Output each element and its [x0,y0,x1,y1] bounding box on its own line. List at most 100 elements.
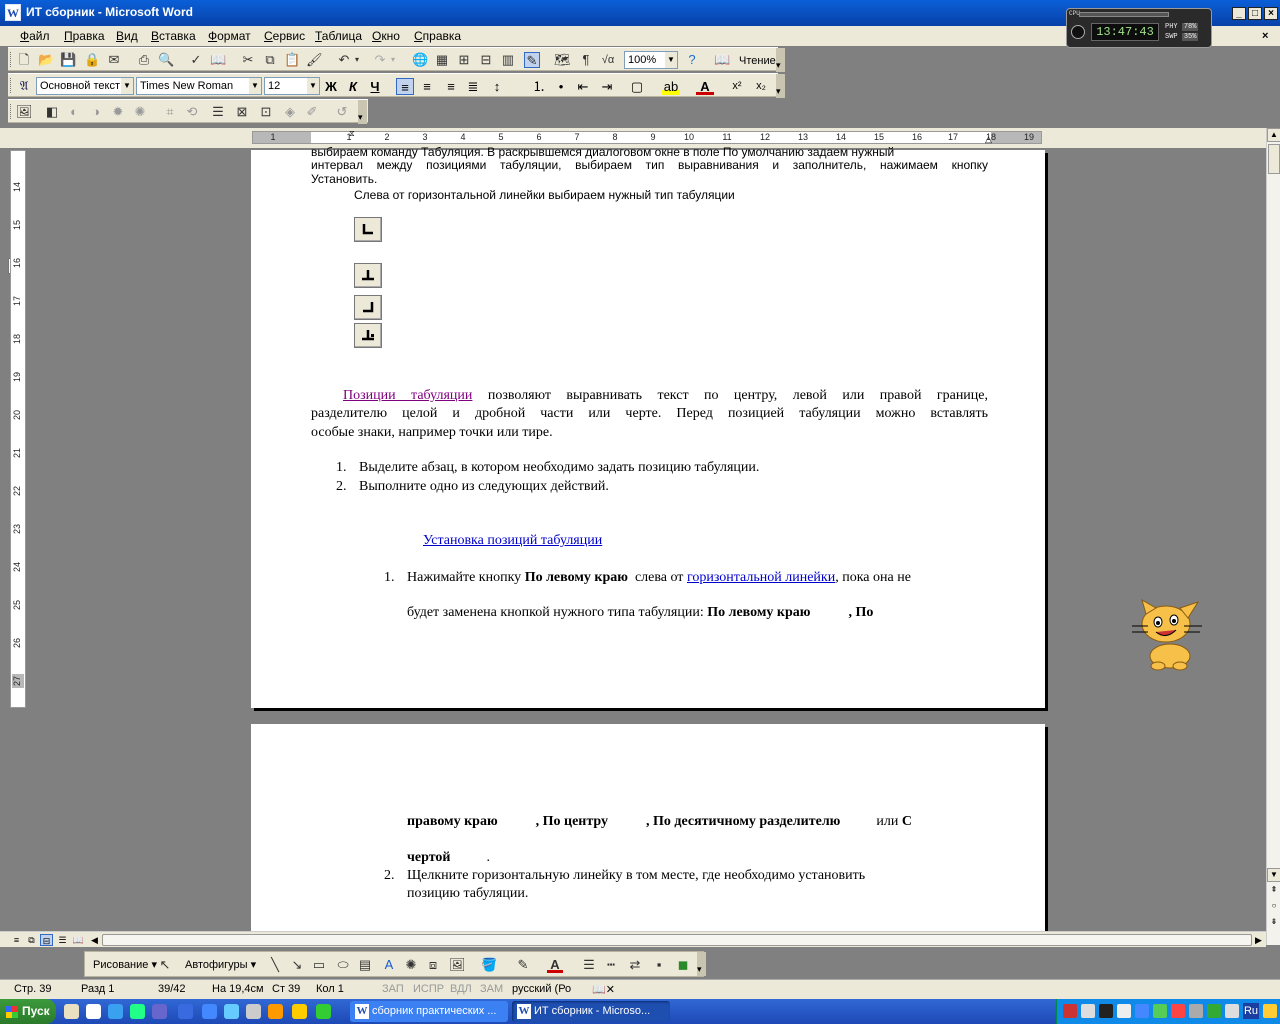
outline-view-icon[interactable]: ☰ [56,934,69,946]
columns-icon[interactable]: ▥ [500,52,516,68]
open-folder-icon[interactable]: 📂 [38,52,54,68]
quicklaunch-icon[interactable] [108,1004,123,1019]
line-style-draw-icon[interactable]: ☰ [581,957,597,973]
reading-icon[interactable]: 📖 [714,52,730,68]
next-page-icon[interactable]: ⇟ [1267,916,1280,930]
line-spacing-icon[interactable]: ↕ [488,78,506,95]
quicklaunch-icon[interactable] [268,1004,283,1019]
picture-icon[interactable]: 🖼 [449,957,466,973]
highlight-icon[interactable]: ab [662,78,680,95]
textbox-icon[interactable]: ▤ [357,957,373,973]
status-ovr[interactable]: ЗАМ [480,983,503,995]
help-icon[interactable]: ? [684,52,700,68]
tray-icon[interactable] [1063,1004,1077,1018]
bold-button[interactable]: Ж [322,78,340,95]
menu-help[interactable]: Справка [414,29,461,43]
tray-icon[interactable] [1207,1004,1221,1018]
set-transparent-icon[interactable]: ✐ [304,104,320,120]
minimize-button[interactable]: _ [1232,7,1246,20]
save-icon[interactable]: 💾 [60,52,76,68]
format-picture-icon[interactable]: ◈ [282,104,298,120]
color-icon[interactable]: ◧ [44,104,60,120]
borders-icon[interactable]: ▢ [628,78,646,95]
normal-view-icon[interactable]: ≡ [10,934,23,946]
reset-picture-icon[interactable]: ↺ [334,104,350,120]
reading-view-icon[interactable]: 📖 [72,934,85,946]
tray-icon[interactable] [1189,1004,1203,1018]
tray-icon[interactable] [1135,1004,1149,1018]
less-contrast-icon[interactable]: ◑ [88,104,104,120]
quicklaunch-icon[interactable] [316,1004,331,1019]
tables-borders-icon[interactable]: ▦ [434,52,450,68]
line-icon[interactable]: ╲ [267,957,283,973]
select-objects-icon[interactable]: ↖ [157,957,173,973]
new-document-icon[interactable]: 🗋 [16,52,32,68]
quicklaunch-icon[interactable] [246,1004,261,1019]
quicklaunch-icon[interactable] [64,1004,79,1019]
ruler-link[interactable]: горизонтальной линейки [687,570,835,585]
align-right-icon[interactable]: ≡ [442,78,460,95]
styles-icon[interactable]: 𝔄 [16,78,32,94]
paste-icon[interactable]: 📋 [284,52,300,68]
more-contrast-icon[interactable]: ◐ [66,104,82,120]
rectangle-icon[interactable]: ▭ [311,957,327,973]
prev-page-icon[interactable]: ⇞ [1267,884,1280,898]
menu-edit[interactable]: Правка [64,29,105,43]
status-language[interactable]: русский (Ро [512,983,571,995]
line-style-icon[interactable]: ☰ [210,104,226,120]
zoom-select[interactable]: 100% ▼ [624,51,678,69]
subscript-icon[interactable]: x₂ [752,78,770,95]
drawing-menu[interactable]: Рисование ▾ [93,958,157,971]
oval-icon[interactable]: ⬭ [335,957,351,973]
wordart-icon[interactable]: A [381,957,397,973]
tray-icon[interactable] [1117,1004,1131,1018]
rotate-icon[interactable]: ⟲ [184,104,200,120]
font-size-select[interactable]: 12 ▼ [264,77,320,95]
line-color-icon[interactable]: ✎ [515,957,531,973]
bullets-icon[interactable]: • [552,78,570,95]
web-view-icon[interactable]: ⧉ [25,934,38,946]
start-button[interactable]: Пуск [0,999,56,1024]
vertical-ruler[interactable]: 14 15 16 17 18 19 20 21 22 23 24 25 26 2… [10,150,26,708]
reading-button[interactable]: Чтение [739,55,776,67]
increase-indent-icon[interactable]: ⇥ [598,78,616,95]
decrease-indent-icon[interactable]: ⇤ [574,78,592,95]
formatting-options-icon[interactable] [776,74,785,98]
status-ext[interactable]: ВДЛ [450,983,472,995]
taskbar-task-active[interactable]: ИТ сборник - Microso... [512,1001,670,1022]
power-icon[interactable] [1071,25,1085,39]
tray-icon[interactable] [1225,1004,1239,1018]
clock-tray-icon[interactable] [1263,1004,1277,1018]
quicklaunch-icon[interactable] [86,1004,101,1019]
italic-button[interactable]: К [344,78,362,95]
clipart-icon[interactable]: ⧈ [425,957,441,973]
maximize-button[interactable]: □ [1248,7,1262,20]
drawing-font-color-icon[interactable]: A [547,957,563,973]
less-brightness-icon[interactable]: ✺ [132,104,148,120]
show-hide-icon[interactable]: ¶ [578,52,594,68]
menu-table[interactable]: Таблица [315,29,362,43]
permission-icon[interactable]: 🔒 [84,52,100,68]
document-close-icon[interactable]: × [1262,30,1268,42]
justify-icon[interactable]: ≣ [464,78,482,95]
underline-button[interactable]: Ч [366,78,384,95]
undo-icon[interactable]: ↶ [336,52,352,68]
drawing-toggle-icon[interactable]: ✎ [524,52,540,68]
redo-dropdown-icon[interactable]: ▾ [388,52,398,68]
close-button[interactable]: × [1264,7,1278,20]
undo-dropdown-icon[interactable]: ▾ [352,52,362,68]
dash-style-icon[interactable]: ┅ [603,957,619,973]
hyperlink-icon[interactable]: 🌐 [412,52,428,68]
quicklaunch-icon[interactable] [130,1004,145,1019]
browse-object-icon[interactable]: ○ [1267,900,1280,914]
print-icon[interactable]: ⎙ [136,52,152,68]
email-icon[interactable]: ✉ [106,52,122,68]
tray-icon[interactable] [1171,1004,1185,1018]
print-layout-icon[interactable]: ⊟ [40,934,53,946]
word-icon[interactable]: W [5,4,21,21]
horizontal-scrollbar[interactable]: ≡ ⧉ ⊟ ☰ 📖 ◀ ▶ [0,931,1266,947]
quicklaunch-icon[interactable] [202,1004,217,1019]
tray-icon[interactable] [1153,1004,1167,1018]
format-painter-icon[interactable]: 🖌 [306,52,323,68]
menu-format[interactable]: Формат [208,29,251,43]
